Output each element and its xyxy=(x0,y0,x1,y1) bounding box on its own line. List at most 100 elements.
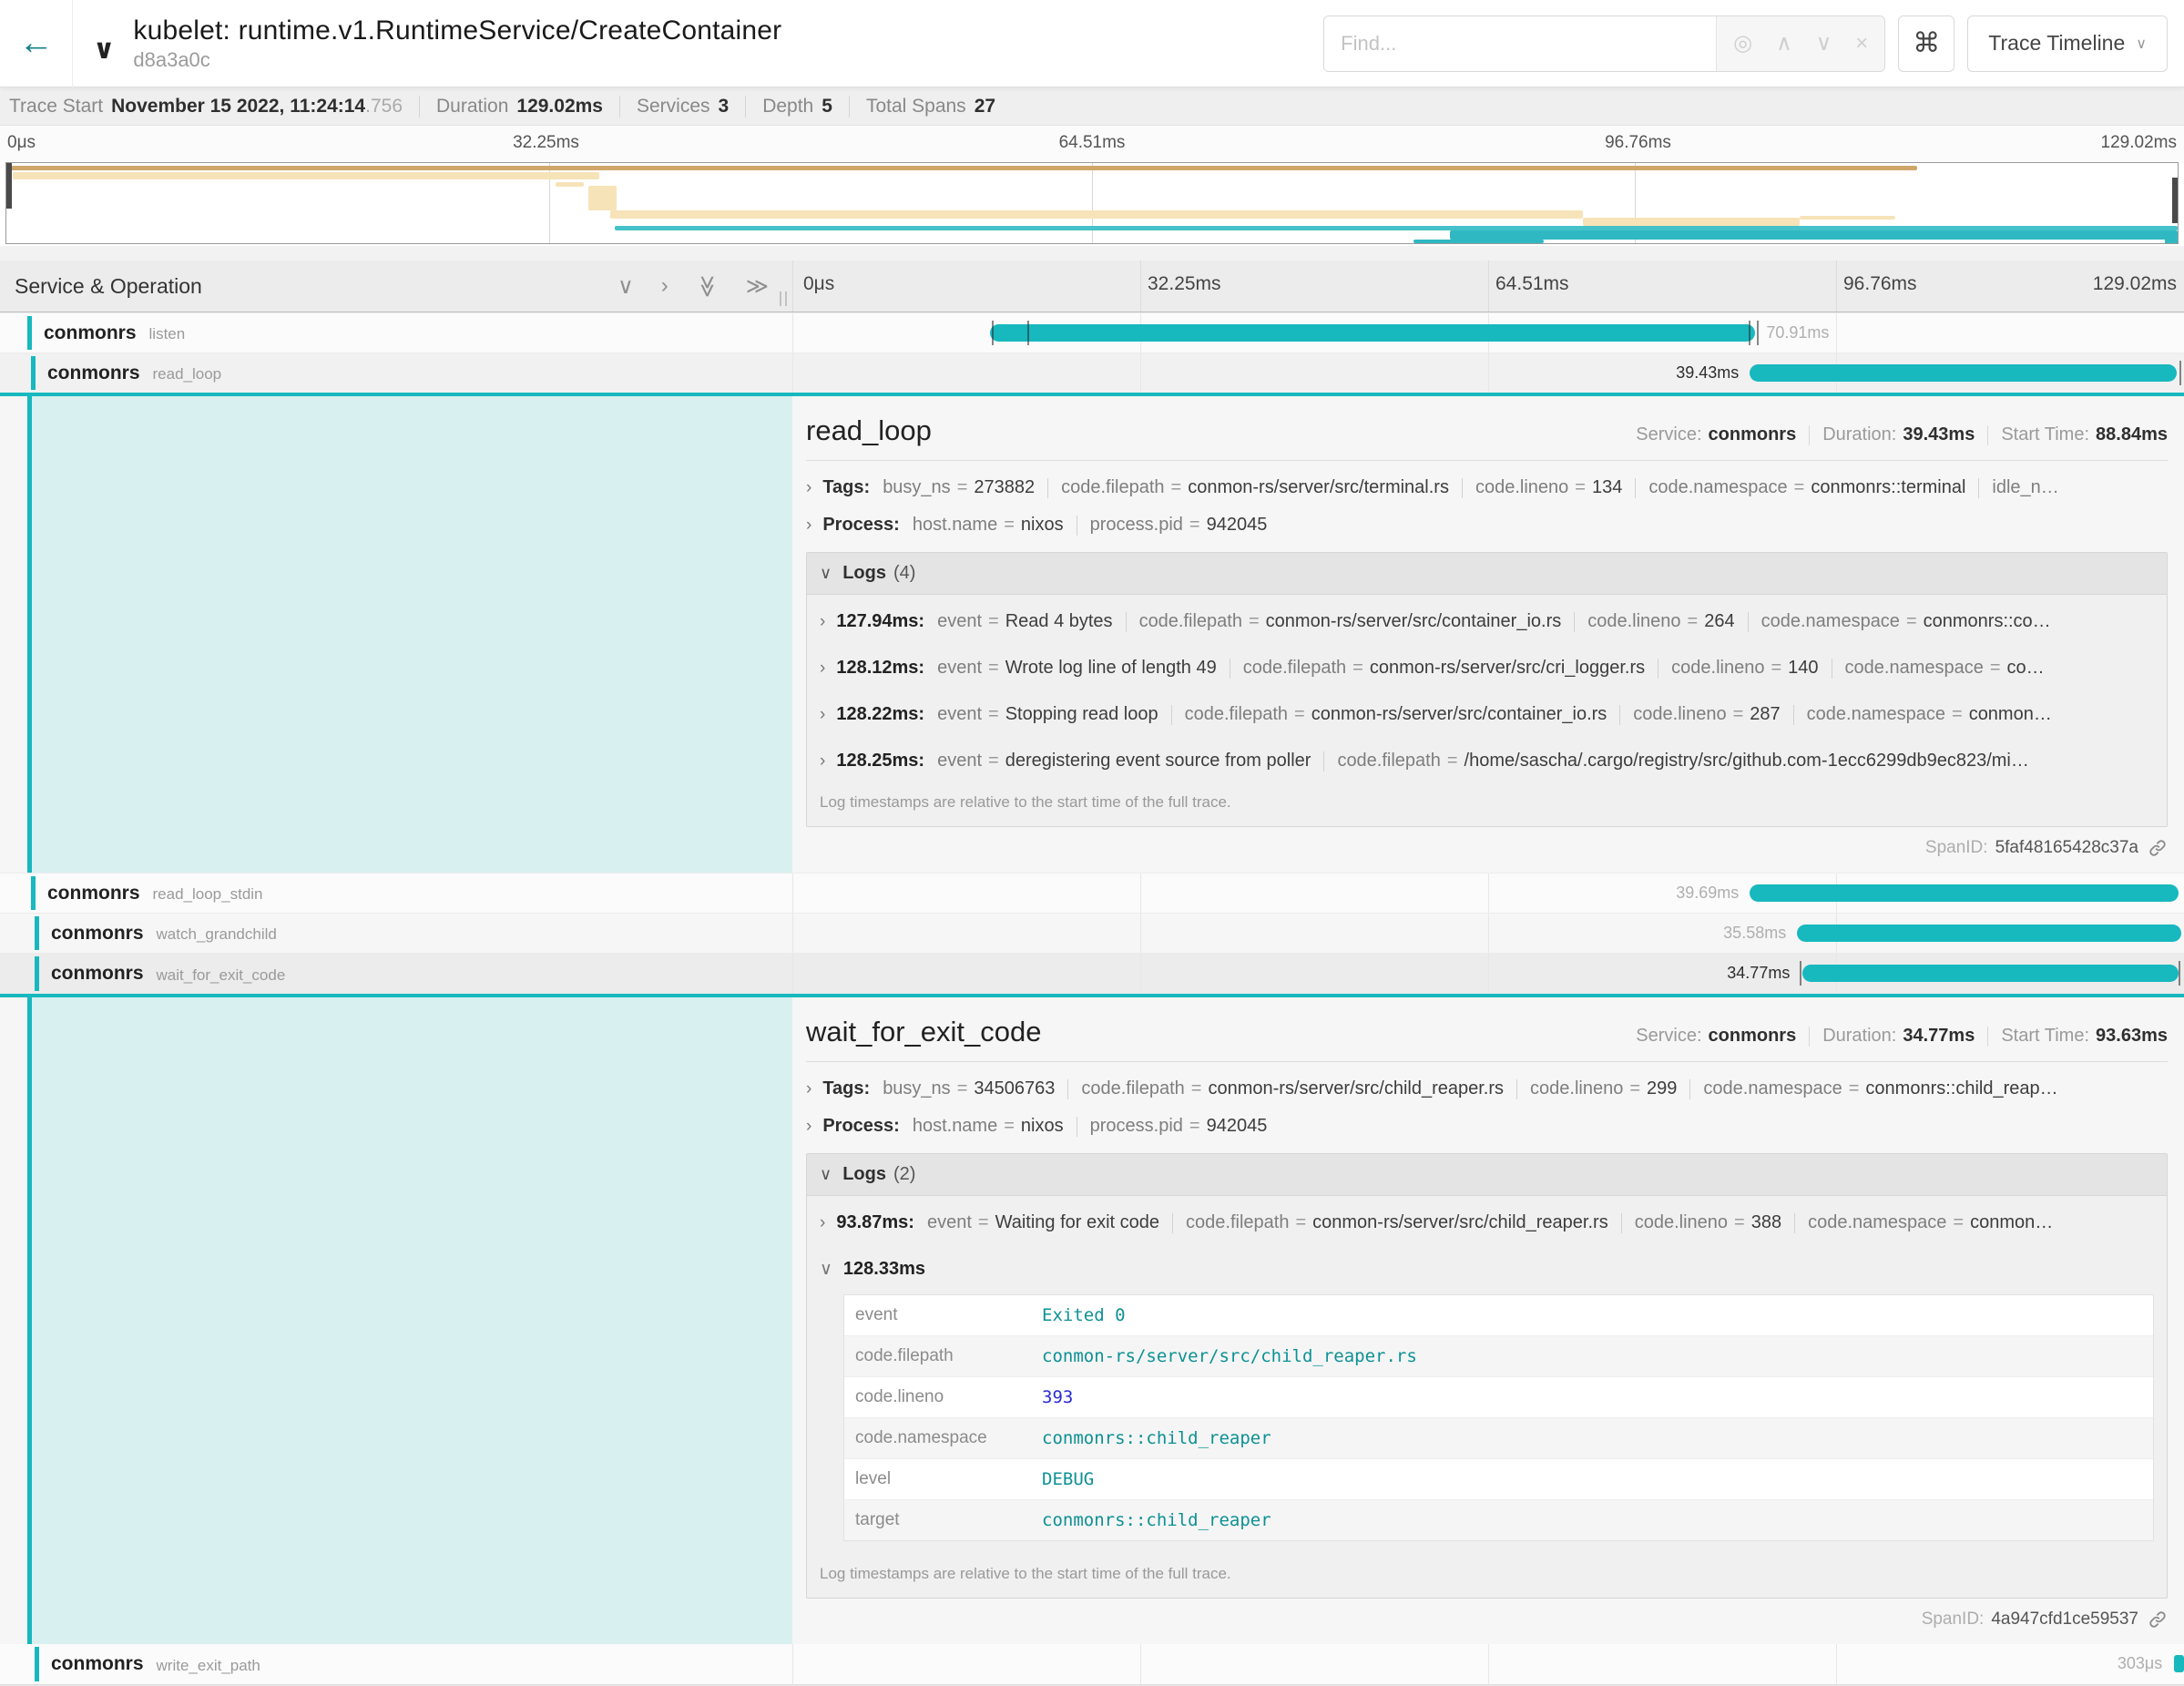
span-bar[interactable] xyxy=(1802,965,2179,982)
span-row-watch-grandchild[interactable]: conmonrs watch_grandchild 35.58ms xyxy=(0,913,2184,953)
minimap-right-drag-handle[interactable] xyxy=(2172,178,2178,223)
keyboard-shortcuts-button[interactable]: ⌘ xyxy=(1898,15,1954,72)
span-bar[interactable] xyxy=(1797,925,2181,942)
tags-row[interactable]: › Tags: busy_ns=34506763 code.filepath=c… xyxy=(806,1078,2168,1099)
span-accent xyxy=(31,876,36,910)
detail-title: read_loop xyxy=(806,414,932,447)
summary-services: Services 3 xyxy=(637,96,729,118)
span-operation: watch_grandchild xyxy=(157,925,277,944)
table-row: event Exited 0 xyxy=(844,1295,2153,1335)
link-icon[interactable] xyxy=(2148,838,2168,858)
column-resize-handle[interactable] xyxy=(780,291,787,306)
minimap-gap xyxy=(0,246,2184,261)
process-row[interactable]: › Process: host.name=nixos process.pid=9… xyxy=(806,1116,2168,1137)
timeline-tick: 0μs xyxy=(803,273,834,295)
logs-note: Log timestamps are relative to the start… xyxy=(807,1552,2167,1598)
log-entry[interactable]: › 128.12ms: event=Wrote log line of leng… xyxy=(807,649,2167,688)
trace-title-block: kubelet: runtime.v1.RuntimeService/Creat… xyxy=(133,15,781,72)
link-icon[interactable] xyxy=(2148,1609,2168,1630)
log-entry[interactable]: › 127.94ms: event=Read 4 bytes code.file… xyxy=(807,602,2167,641)
summary-total-spans: Total Spans 27 xyxy=(866,96,995,118)
collapse-trace-header-icon[interactable]: ∨ xyxy=(93,34,115,66)
logs-header[interactable]: ∨ Logs (4) xyxy=(807,553,2167,595)
table-row: level DEBUG xyxy=(844,1458,2153,1499)
service-operation-title: Service & Operation xyxy=(15,274,202,299)
header-controls: ◎ ∧ ∨ × ⌘ Trace Timeline ∨ xyxy=(1323,15,2184,72)
span-accent xyxy=(27,316,32,350)
log-entry[interactable]: › 128.22ms: event=Stopping read loop cod… xyxy=(807,695,2167,734)
table-row: code.lineno 393 xyxy=(844,1376,2153,1417)
tag: code.lineno=134 xyxy=(1475,477,1622,498)
logs-section: ∨ Logs (4) › 127.94ms: event=Read 4 byte… xyxy=(806,552,2168,827)
trace-summary-bar: Trace Start November 15 2022, 11:24:14 .… xyxy=(0,87,2184,126)
tag: idle_n… xyxy=(1992,477,2058,498)
span-accent xyxy=(35,916,39,950)
span-operation: wait_for_exit_code xyxy=(157,966,286,985)
tags-row[interactable]: › Tags: busy_ns=273882 code.filepath=con… xyxy=(806,477,2168,498)
spanid-row: SpanID: 5faf48165428c37a xyxy=(806,838,2168,858)
span-row-write-exit-path[interactable]: conmonrs write_exit_path 303μs xyxy=(0,1644,2184,1684)
collapse-all-icon[interactable]: ≫ xyxy=(694,274,720,297)
chevron-right-icon: › xyxy=(820,612,825,632)
span-bar[interactable] xyxy=(1750,364,2177,382)
minimap-ruler: 0μs 32.25ms 64.51ms 96.76ms 129.02ms xyxy=(0,126,2184,162)
next-result-icon[interactable]: ∨ xyxy=(1816,30,1832,56)
span-service: conmonrs xyxy=(51,1653,144,1675)
expand-one-icon[interactable]: › xyxy=(661,273,668,299)
chevron-right-icon: › xyxy=(820,705,825,725)
minimap-span-bar xyxy=(6,166,1917,170)
view-selector-button[interactable]: Trace Timeline ∨ xyxy=(1967,15,2168,72)
command-icon: ⌘ xyxy=(1913,27,1940,59)
service-operation-header: Service & Operation ∨ › ≫ ≫ xyxy=(0,261,792,312)
span-duration-label: 39.69ms xyxy=(1676,884,1739,903)
table-row: target conmonrs::child_reaper xyxy=(844,1499,2153,1540)
log-entry[interactable]: › 93.87ms: event=Waiting for exit code c… xyxy=(807,1203,2167,1242)
minimap-left-drag-handle[interactable] xyxy=(6,163,12,209)
locate-icon[interactable]: ◎ xyxy=(1733,30,1752,56)
chevron-down-icon: ∨ xyxy=(820,1259,832,1280)
ruler-tick: 64.51ms xyxy=(1059,133,1126,153)
logs-section: ∨ Logs (2) › 93.87ms: event=Waiting for … xyxy=(806,1153,2168,1599)
span-row-read-loop-stdin[interactable]: conmonrs read_loop_stdin 39.69ms xyxy=(0,873,2184,913)
spanid-row: SpanID: 4a947cfd1ce59537 xyxy=(806,1609,2168,1630)
span-duration-label: 303μs xyxy=(2118,1654,2162,1673)
span-accent xyxy=(35,1647,39,1681)
trace-minimap[interactable] xyxy=(5,162,2179,244)
minimap-span-bar xyxy=(1800,216,1895,220)
back-button[interactable]: ← xyxy=(0,0,73,87)
expand-all-icon[interactable]: ≫ xyxy=(746,273,769,300)
page-title: kubelet: runtime.v1.RuntimeService/Creat… xyxy=(133,15,781,46)
log-fields-table: event Exited 0 code.filepath conmon-rs/s… xyxy=(843,1294,2154,1541)
log-entry-expanded[interactable]: ∨ 128.33ms xyxy=(807,1250,2167,1289)
span-bar[interactable] xyxy=(1750,884,2179,902)
span-bar[interactable] xyxy=(990,324,1755,342)
minimap-span-bar xyxy=(610,210,1583,219)
minimap-span-bar xyxy=(2165,238,2178,244)
span-row-read-loop[interactable]: conmonrs read_loop 39.43ms xyxy=(0,353,2184,393)
span-row-listen[interactable]: conmonrs listen 70.91ms xyxy=(0,312,2184,353)
span-bar[interactable] xyxy=(2174,1655,2184,1672)
chevron-right-icon: › xyxy=(806,478,811,498)
tag: code.namespace=conmonrs::child_reap… xyxy=(1703,1078,2057,1099)
trace-timeline-page: ← ∨ kubelet: runtime.v1.RuntimeService/C… xyxy=(0,0,2184,1686)
prev-result-icon[interactable]: ∧ xyxy=(1776,30,1792,56)
chevron-down-icon: ∨ xyxy=(820,1165,832,1184)
ruler-tick: 129.02ms xyxy=(2101,133,2177,153)
find-input[interactable] xyxy=(1324,16,1716,71)
span-operation: read_loop xyxy=(153,365,222,383)
span-duration-label: 34.77ms xyxy=(1727,964,1790,983)
process-row[interactable]: › Process: host.name=nixos process.pid=9… xyxy=(806,515,2168,536)
logs-header[interactable]: ∨ Logs (2) xyxy=(807,1154,2167,1196)
minimap-span-bar xyxy=(13,172,599,179)
span-detail-wait-for-exit-code: wait_for_exit_code Service:conmonrs Dura… xyxy=(0,994,2184,1644)
collapse-one-icon[interactable]: ∨ xyxy=(617,273,634,300)
detail-left-highlight xyxy=(32,997,792,1644)
log-entry[interactable]: › 128.25ms: event=deregistering event so… xyxy=(807,741,2167,781)
timeline-tick: 64.51ms xyxy=(1495,273,1569,295)
clear-search-icon[interactable]: × xyxy=(1855,31,1868,56)
detail-title: wait_for_exit_code xyxy=(806,1016,1042,1048)
span-service: conmonrs xyxy=(44,322,137,344)
minimap-span-bar xyxy=(1413,240,1544,243)
span-row-wait-for-exit-code[interactable]: conmonrs wait_for_exit_code 34.77ms xyxy=(0,953,2184,994)
minimap-band xyxy=(0,162,2184,246)
